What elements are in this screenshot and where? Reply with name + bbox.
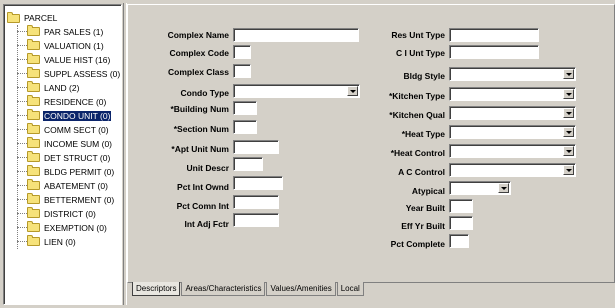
apt-unit-num-input[interactable] [233, 140, 279, 154]
heat-control-select[interactable] [449, 144, 576, 158]
tree-item-exemption[interactable]: EXEMPTION (0) [17, 221, 108, 234]
eff-yr-built-label: Eff Yr Built [401, 221, 445, 231]
ci-unt-type-label: C I Unt Type [396, 48, 445, 58]
pct-int-ownd-label: Pct Int Ownd [177, 182, 229, 192]
pct-complete-label: Pct Complete [390, 239, 445, 249]
folder-icon [27, 39, 40, 50]
chevron-down-icon[interactable] [563, 108, 574, 118]
int-adj-fctr-input[interactable] [233, 213, 279, 227]
tree-item-value-hist[interactable]: VALUE HIST (16) [17, 53, 111, 66]
folder-icon [27, 123, 40, 134]
tree-item-lien[interactable]: LIEN (0) [17, 235, 77, 248]
heat-type-select[interactable] [449, 125, 576, 139]
bldg-style-label: Bldg Style [403, 71, 445, 81]
folder-icon [27, 81, 40, 92]
tree-item-betterment[interactable]: BETTERMENT (0) [17, 193, 115, 206]
ac-control-label: A C Control [398, 167, 445, 177]
tree-item-valuation[interactable]: VALUATION (1) [17, 39, 105, 52]
int-adj-fctr-label: Int Adj Fctr [184, 219, 229, 229]
unit-descr-label: Unit Descr [186, 163, 229, 173]
chevron-down-icon[interactable] [563, 165, 574, 175]
tree-item-par-sales[interactable]: PAR SALES (1) [17, 25, 104, 38]
tree-item-abatement[interactable]: ABATEMENT (0) [17, 179, 109, 192]
folder-icon [27, 95, 40, 106]
folder-icon [27, 179, 40, 190]
heat-type-label: *Heat Type [401, 129, 445, 139]
building-num-label: *Building Num [170, 104, 229, 114]
complex-code-label: Complex Code [169, 48, 229, 58]
complex-name-input[interactable] [233, 28, 359, 42]
section-num-input[interactable] [233, 120, 257, 134]
kitchen-qual-label: *Kitchen Qual [389, 110, 445, 120]
bldg-style-select[interactable] [449, 67, 576, 81]
ci-unt-type-input[interactable] [449, 45, 539, 59]
folder-icon [7, 11, 20, 23]
condo-type-select[interactable] [233, 84, 360, 98]
chevron-down-icon[interactable] [563, 89, 574, 99]
tree-item-income-sum[interactable]: INCOME SUM (0) [17, 137, 113, 150]
kitchen-type-select[interactable] [449, 87, 576, 101]
open-folder-icon [27, 109, 40, 120]
complex-class-label: Complex Class [168, 67, 229, 77]
condo-type-label: Condo Type [180, 88, 229, 98]
ac-control-select[interactable] [449, 163, 576, 177]
chevron-down-icon[interactable] [498, 183, 509, 193]
res-unt-type-label: Res Unt Type [391, 30, 445, 40]
folder-icon [27, 67, 40, 78]
pct-int-ownd-input[interactable] [233, 176, 283, 190]
tree-root-parcel[interactable]: PARCEL [7, 11, 58, 23]
tree-item-bldg-permit[interactable]: BLDG PERMIT (0) [17, 165, 115, 178]
res-unt-type-input[interactable] [449, 28, 539, 42]
kitchen-qual-select[interactable] [449, 106, 576, 120]
section-num-label: *Section Num [173, 124, 229, 134]
folder-icon [27, 221, 40, 232]
chevron-down-icon[interactable] [563, 127, 574, 137]
folder-icon [27, 25, 40, 36]
chevron-down-icon[interactable] [347, 86, 358, 96]
parcel-tree[interactable]: PARCEL PAR SALES (1) VALUATION (1) VALUE… [3, 4, 122, 305]
tab-local[interactable]: Local [336, 282, 364, 296]
folder-icon [27, 151, 40, 162]
tab-values-amenities[interactable]: Values/Amenities [266, 282, 336, 296]
tree-item-land[interactable]: LAND (2) [17, 81, 80, 94]
year-built-label: Year Built [405, 203, 445, 213]
tree-item-residence[interactable]: RESIDENCE (0) [17, 95, 107, 108]
unit-descr-input[interactable] [233, 157, 263, 171]
atypical-label: Atypical [411, 186, 445, 196]
tree-item-condo-unit[interactable]: CONDO UNIT (0) [17, 109, 112, 122]
tree-item-comm-sect[interactable]: COMM SECT (0) [17, 123, 110, 136]
complex-code-input[interactable] [233, 45, 251, 59]
folder-icon [27, 165, 40, 176]
folder-icon [27, 207, 40, 218]
folder-icon [27, 235, 40, 246]
tree-item-district[interactable]: DISTRICT (0) [17, 207, 97, 220]
complex-class-input[interactable] [233, 64, 251, 78]
apt-unit-num-label: *Apt Unit Num [171, 144, 229, 154]
kitchen-type-label: *Kitchen Type [388, 91, 445, 101]
form-tabs: Descriptors Areas/Characteristics Values… [132, 282, 365, 297]
complex-name-label: Complex Name [167, 30, 229, 40]
tab-descriptors[interactable]: Descriptors [132, 282, 181, 296]
eff-yr-built-input[interactable] [449, 216, 473, 230]
chevron-down-icon[interactable] [563, 69, 574, 79]
folder-icon [27, 137, 40, 148]
folder-icon [27, 193, 40, 204]
heat-control-label: *Heat Control [390, 148, 445, 158]
pct-complete-input[interactable] [449, 234, 469, 248]
pct-comn-int-input[interactable] [233, 195, 279, 209]
tree-item-suppl-assess[interactable]: SUPPL ASSESS (0) [17, 67, 121, 80]
tab-areas-characteristics[interactable]: Areas/Characteristics [181, 282, 266, 296]
chevron-down-icon[interactable] [563, 146, 574, 156]
pct-comn-int-label: Pct Comn Int [176, 201, 229, 211]
year-built-input[interactable] [449, 199, 473, 213]
folder-icon [27, 53, 40, 64]
tree-item-det-struct[interactable]: DET STRUCT (0) [17, 151, 111, 164]
building-num-input[interactable] [233, 101, 257, 115]
tree-root-label: PARCEL [24, 13, 58, 23]
atypical-select[interactable] [449, 181, 511, 195]
